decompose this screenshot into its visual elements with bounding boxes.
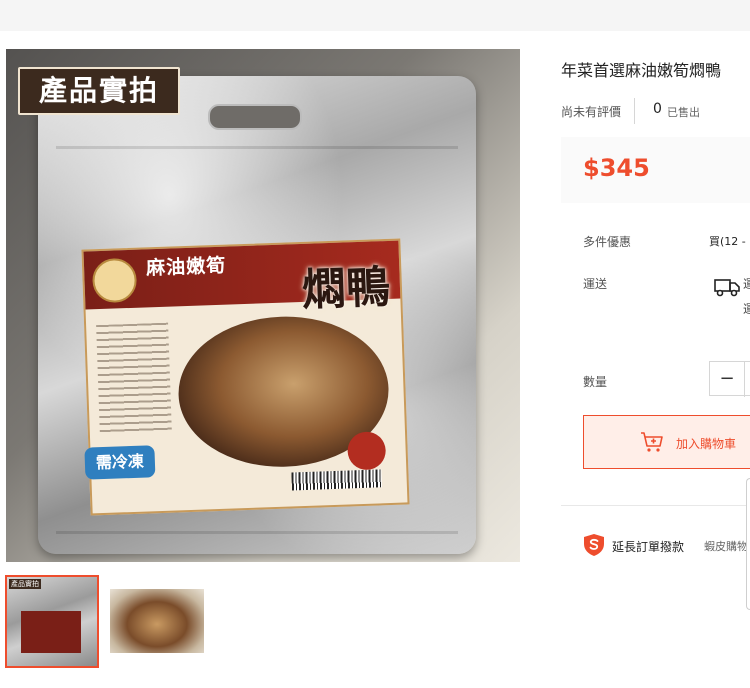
add-to-cart-button[interactable]: 加入購物車 bbox=[583, 415, 750, 469]
thumbnail-image bbox=[110, 589, 204, 653]
brand-logo bbox=[91, 257, 138, 304]
product-title: 年菜首選麻油嫩筍燜鴨 bbox=[561, 61, 722, 80]
main-product-image[interactable]: 麻油嫩筍 燜鴨 需冷凍 產品實拍 bbox=[6, 49, 520, 562]
sold-count: 0 bbox=[653, 101, 662, 117]
popup-edge bbox=[746, 478, 750, 610]
label-title: 麻油嫩筍 bbox=[145, 254, 227, 280]
shipping-text: 運 bbox=[743, 277, 750, 291]
shipping-text: 運 bbox=[743, 302, 750, 316]
thumbnail-1[interactable]: 產品實拍 bbox=[5, 575, 99, 668]
sold-label: 已售出 bbox=[667, 106, 700, 119]
label-big-text: 燜鴨 bbox=[301, 261, 391, 316]
add-to-cart-label: 加入購物車 bbox=[676, 437, 737, 451]
shipping-label: 運送 bbox=[583, 277, 608, 291]
truck-icon bbox=[714, 279, 740, 297]
price-box: $345 bbox=[561, 137, 750, 203]
rating-text[interactable]: 尚未有評價 bbox=[561, 103, 621, 120]
thumbnail-2[interactable] bbox=[110, 589, 204, 653]
divider bbox=[634, 98, 635, 124]
quantity-minus-button[interactable]: − bbox=[710, 362, 745, 397]
label-text-block bbox=[96, 322, 172, 436]
guarantee-text[interactable]: 延長訂單撥款 bbox=[612, 538, 684, 555]
pouch-handle bbox=[208, 104, 302, 130]
quantity-stepper: − bbox=[709, 361, 750, 397]
product-label: 麻油嫩筍 燜鴨 需冷凍 bbox=[81, 238, 410, 516]
weight-seal bbox=[346, 431, 387, 471]
divider bbox=[561, 505, 750, 506]
cart-icon bbox=[641, 432, 663, 452]
shield-icon bbox=[584, 534, 604, 556]
barcode bbox=[291, 469, 382, 491]
thumbnail-label bbox=[21, 611, 81, 653]
quantity-label: 數量 bbox=[583, 375, 608, 389]
pouch-seam bbox=[56, 531, 458, 534]
thumbnail-badge: 產品實拍 bbox=[9, 579, 41, 589]
top-bar bbox=[0, 0, 750, 31]
price: $345 bbox=[583, 154, 650, 182]
promo-value[interactable]: 買(12 - 2 bbox=[709, 233, 750, 249]
pouch-seam bbox=[56, 146, 458, 149]
promo-label: 多件優惠 bbox=[583, 235, 632, 249]
real-photo-badge: 產品實拍 bbox=[18, 67, 180, 115]
guarantee-sub: 蝦皮購物 bbox=[704, 540, 748, 553]
frozen-badge: 需冷凍 bbox=[84, 445, 156, 480]
